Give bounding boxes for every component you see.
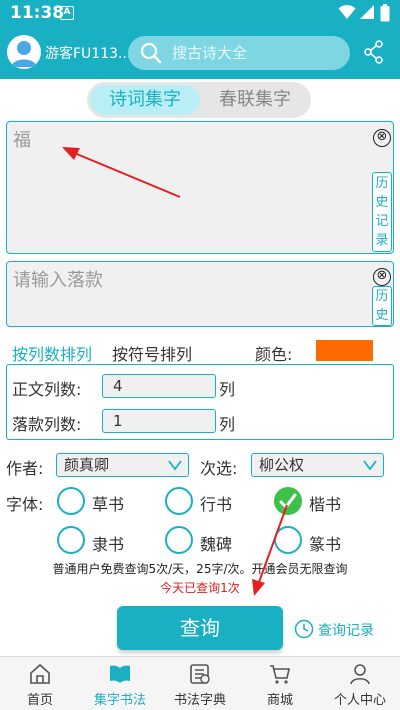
- avatar[interactable]: [7, 35, 41, 69]
- dictionary-icon: [190, 664, 210, 684]
- radio-label-regular: 楷书: [309, 495, 342, 514]
- user-avatar-icon: [11, 41, 37, 67]
- nav-collect-label: 集字书法: [93, 693, 146, 708]
- font-style-label: 字体:: [6, 495, 44, 514]
- radio-label-weibei: 魏碑: [200, 535, 233, 554]
- clear-signature-icon[interactable]: ⊗: [373, 268, 391, 286]
- battery-icon: [380, 4, 390, 22]
- sort-row: 按列数排列 按符号排列 颜色:: [0, 339, 400, 365]
- second-choice-label: 次选:: [200, 459, 238, 478]
- body-columns-input[interactable]: [102, 374, 216, 398]
- signature-columns-unit: 列: [219, 415, 236, 434]
- author-selectors: 作者: 颜真卿 次选: 柳公权: [0, 452, 400, 480]
- author-select[interactable]: 颜真卿: [56, 453, 189, 477]
- signature-placeholder[interactable]: 请输入落款: [13, 266, 103, 292]
- signature-columns-label: 落款列数:: [12, 415, 82, 434]
- radio-label-seal: 篆书: [309, 535, 342, 554]
- second-choice-value: 柳公权: [259, 456, 305, 474]
- status-time: 11:38: [10, 3, 65, 23]
- person-icon: [350, 664, 370, 685]
- username[interactable]: 游客FU113...: [45, 43, 131, 63]
- chevron-down-icon: [168, 460, 182, 471]
- signal-icon: [360, 5, 374, 19]
- query-count-notice: 今天已查询1次: [160, 581, 240, 595]
- clear-main-text-icon[interactable]: ⊗: [373, 129, 391, 147]
- color-label: 颜色:: [255, 345, 293, 364]
- nav-dictionary[interactable]: 书法字典: [160, 657, 240, 710]
- radio-label-running: 行书: [200, 495, 233, 514]
- nav-dictionary-label: 书法字典: [173, 693, 226, 708]
- body-columns-label: 正文列数:: [12, 380, 82, 399]
- bottom-nav: 首页 集字书法 书法字典 商城 个人中心: [0, 656, 400, 710]
- radio-weibei[interactable]: [165, 526, 193, 554]
- query-button[interactable]: 查询: [117, 606, 283, 650]
- sort-by-column-button[interactable]: 按列数排列: [12, 341, 92, 365]
- main-text-history-button[interactable]: 历史记录: [372, 172, 392, 252]
- tab-poetry-collect[interactable]: 诗词集字: [90, 85, 200, 115]
- radio-label-cursive: 草书: [92, 495, 125, 514]
- cart-icon: [270, 665, 290, 684]
- home-icon: [30, 663, 50, 684]
- signature-history-button[interactable]: 历史: [372, 286, 392, 326]
- sort-by-symbol-button[interactable]: 按符号排列: [112, 341, 192, 365]
- query-history-label: 查询记录: [318, 623, 374, 639]
- nav-shop[interactable]: 商城: [240, 657, 320, 710]
- search-input[interactable]: [172, 40, 342, 66]
- signature-columns-input[interactable]: [102, 409, 216, 433]
- author-select-value: 颜真卿: [64, 456, 110, 474]
- app-notification-icon: A: [60, 6, 74, 20]
- nav-home[interactable]: 首页: [0, 657, 80, 710]
- radio-label-clerical: 隶书: [92, 535, 125, 554]
- nav-shop-label: 商城: [266, 693, 293, 708]
- search-bar[interactable]: [128, 36, 350, 70]
- nav-profile-label: 个人中心: [333, 693, 386, 708]
- color-picker-swatch[interactable]: [316, 340, 373, 361]
- chevron-down-icon: [363, 460, 377, 471]
- check-icon: [279, 493, 297, 509]
- radio-cursive[interactable]: [57, 487, 85, 515]
- radio-seal[interactable]: [274, 526, 302, 554]
- radio-clerical[interactable]: [57, 526, 85, 554]
- share-icon[interactable]: [364, 40, 384, 64]
- main-text-area[interactable]: 福 ⊗ 历史记录: [6, 121, 394, 254]
- search-icon: [140, 42, 162, 64]
- nav-home-label: 首页: [26, 693, 53, 708]
- author-label: 作者:: [6, 459, 44, 478]
- mode-tabs: 诗词集字 春联集字: [87, 82, 311, 118]
- nav-profile[interactable]: 个人中心: [320, 657, 400, 710]
- status-bar: 11:38 A: [0, 0, 400, 27]
- second-choice-select[interactable]: 柳公权: [251, 453, 384, 477]
- nav-collect-calligraphy[interactable]: 集字书法: [80, 657, 160, 710]
- usage-notice: 普通用户免费查询5次/天，25字/次。开通会员无限查询: [52, 562, 348, 576]
- column-settings-box: 正文列数: 列 落款列数: 列: [6, 364, 394, 440]
- clock-icon: [294, 619, 314, 639]
- signature-text-area[interactable]: 请输入落款 ⊗ 历史: [6, 261, 394, 327]
- body-columns-unit: 列: [219, 380, 236, 399]
- top-header: 游客FU113...: [0, 27, 400, 79]
- wifi-icon: [338, 4, 356, 19]
- radio-regular[interactable]: [274, 487, 302, 515]
- tab-couplet-collect[interactable]: 春联集字: [200, 82, 310, 118]
- book-icon: [110, 665, 130, 683]
- radio-running[interactable]: [165, 487, 193, 515]
- main-text-value[interactable]: 福: [13, 126, 31, 152]
